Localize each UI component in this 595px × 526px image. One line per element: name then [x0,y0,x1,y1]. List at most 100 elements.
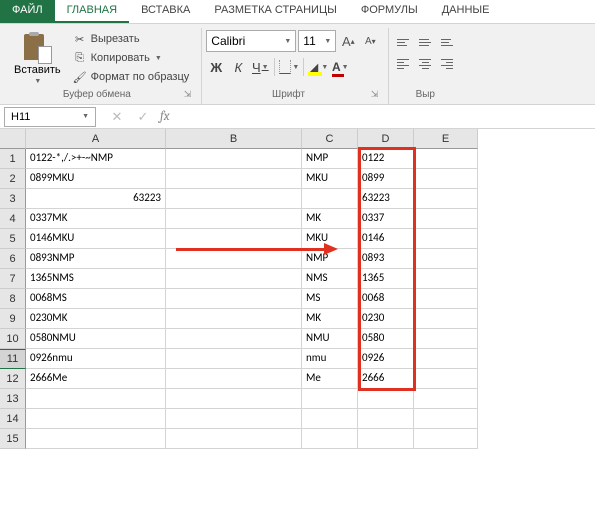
tab-insert[interactable]: ВСТАВКА [129,0,202,23]
align-left-button[interactable] [393,54,413,74]
row-header[interactable]: 14 [0,409,26,429]
align-center-button[interactable] [415,54,435,74]
bold-button[interactable]: Ж [206,56,226,78]
cell[interactable]: 0899MKU [26,169,166,189]
cell[interactable]: 0580NMU [26,329,166,349]
cell[interactable] [414,169,478,189]
cell[interactable]: NMU [302,329,358,349]
cell[interactable]: 0337 [358,209,414,229]
align-top-button[interactable] [393,32,413,52]
cell[interactable]: 0122-*,/.>+-~NMP [26,149,166,169]
cell[interactable]: 0893 [358,249,414,269]
cell[interactable] [302,409,358,429]
cell[interactable]: 2666Me [26,369,166,389]
cell[interactable]: NMP [302,149,358,169]
cell[interactable] [166,209,302,229]
cancel-formula-button[interactable]: ✕ [108,109,126,125]
cell[interactable] [414,409,478,429]
tab-home[interactable]: ГЛАВНАЯ [55,0,129,23]
cell[interactable] [166,389,302,409]
cell[interactable] [414,249,478,269]
cell[interactable] [166,269,302,289]
cell[interactable] [166,349,302,369]
select-all-corner[interactable] [0,129,26,149]
cell[interactable] [166,429,302,449]
row-header[interactable]: 2 [0,169,26,189]
col-header-B[interactable]: B [166,129,302,149]
italic-button[interactable]: К [228,56,248,78]
cell[interactable] [166,189,302,209]
cell[interactable]: MK [302,309,358,329]
tab-formulas[interactable]: ФОРМУЛЫ [349,0,430,23]
copy-button[interactable]: ⎘Копировать▼ [69,49,194,67]
cell[interactable]: 0068MS [26,289,166,309]
cell[interactable] [302,189,358,209]
row-header[interactable]: 5 [0,229,26,249]
formula-input[interactable] [178,107,595,127]
cell[interactable]: NMP [302,249,358,269]
cell[interactable] [414,209,478,229]
col-header-E[interactable]: E [414,129,478,149]
cell[interactable]: 63223 [26,189,166,209]
cell[interactable] [166,249,302,269]
cell[interactable] [26,429,166,449]
row-header[interactable]: 9 [0,309,26,329]
cell[interactable] [302,389,358,409]
cell[interactable] [414,349,478,369]
cell[interactable] [166,229,302,249]
cell[interactable] [26,409,166,429]
tab-file[interactable]: ФАЙЛ [0,0,55,23]
cell[interactable]: Me [302,369,358,389]
cell[interactable] [414,389,478,409]
align-right-button[interactable] [437,54,457,74]
row-header[interactable]: 10 [0,329,26,349]
cell[interactable]: 0580 [358,329,414,349]
tab-page-layout[interactable]: РАЗМЕТКА СТРАНИЦЫ [202,0,348,23]
cell[interactable]: 0926 [358,349,414,369]
col-header-C[interactable]: C [302,129,358,149]
cell[interactable] [166,289,302,309]
cell[interactable]: 0230 [358,309,414,329]
cell[interactable]: 0337MK [26,209,166,229]
cell[interactable]: 0146MKU [26,229,166,249]
cell[interactable] [166,329,302,349]
cell[interactable] [414,289,478,309]
format-painter-button[interactable]: 🖌Формат по образцу [69,68,194,86]
cell[interactable] [358,389,414,409]
cell[interactable]: 0893NMP [26,249,166,269]
cell[interactable]: NMS [302,269,358,289]
enter-formula-button[interactable]: ✓ [134,109,152,125]
underline-button[interactable]: Ч▼ [250,56,270,78]
row-header[interactable]: 4 [0,209,26,229]
cell[interactable]: 0122 [358,149,414,169]
cell[interactable] [166,409,302,429]
dialog-launcher-icon[interactable]: ⇲ [371,89,379,100]
cell[interactable]: 0230MK [26,309,166,329]
name-box[interactable]: H11▼ [4,107,96,127]
cell[interactable] [414,369,478,389]
cell[interactable] [414,309,478,329]
cell[interactable] [166,309,302,329]
row-header[interactable]: 6 [0,249,26,269]
cell[interactable]: nmu [302,349,358,369]
cell[interactable] [302,429,358,449]
cell[interactable] [26,389,166,409]
grow-font-button[interactable]: A▴ [338,30,358,52]
cell[interactable]: 0899 [358,169,414,189]
cell[interactable] [414,269,478,289]
cell[interactable] [358,429,414,449]
font-color-button[interactable]: A▼ [330,56,350,78]
cell[interactable]: 0146 [358,229,414,249]
cell[interactable]: 1365NMS [26,269,166,289]
col-header-A[interactable]: A [26,129,166,149]
row-header[interactable]: 12 [0,369,26,389]
cell[interactable] [414,149,478,169]
cell[interactable] [414,329,478,349]
dialog-launcher-icon[interactable]: ⇲ [184,89,192,100]
tab-data[interactable]: ДАННЫЕ [430,0,502,23]
align-bottom-button[interactable] [437,32,457,52]
cell[interactable]: MKU [302,229,358,249]
borders-button[interactable]: ▼ [279,56,299,78]
cell[interactable]: 0926nmu [26,349,166,369]
cut-button[interactable]: ✂Вырезать [69,30,194,48]
